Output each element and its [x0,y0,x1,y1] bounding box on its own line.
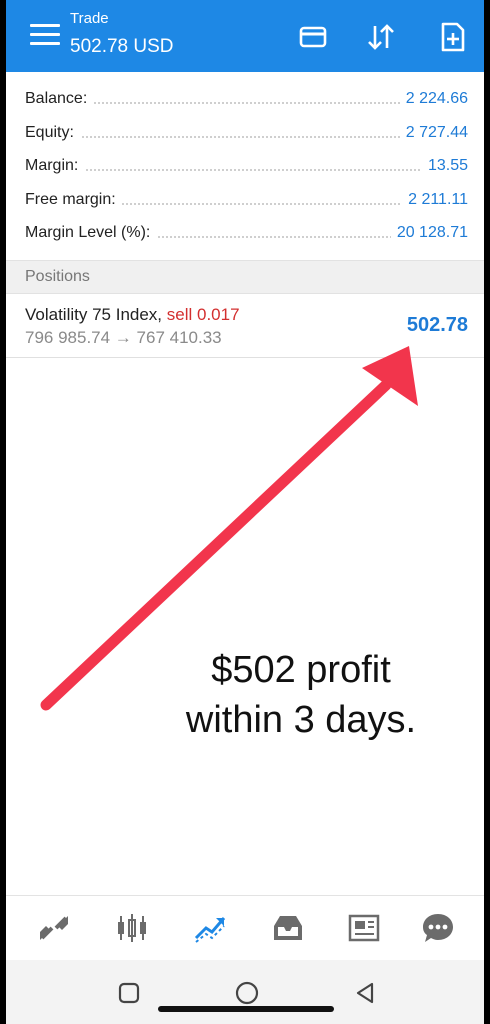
summary-row-margin: Margin: 13.55 [6,151,484,185]
news-icon[interactable] [346,910,382,946]
back-icon[interactable] [352,980,378,1006]
annotation-line-1: $502 profit [211,649,391,691]
page-title: Trade [70,10,109,27]
position-profit: 502.78 [406,314,468,336]
balance-label: Balance: [25,90,94,108]
margin-label: Margin: [25,157,85,175]
position-symbol: Volatility 75 Index, [25,305,163,324]
positions-header-label: Positions [25,268,90,285]
position-title: Volatility 75 Index, sell 0.017 [25,305,240,325]
account-summary: Balance: 2 224.66 Equity: 2 727.44 Margi… [6,84,484,252]
account-profit: 502.78 USD [70,36,174,57]
equity-value: 2 727.44 [399,123,468,142]
app-bar: Trade 502.78 USD [6,0,484,72]
new-order-icon[interactable] [436,20,470,54]
positions-header: Positions [6,260,484,294]
bottom-nav [6,895,484,959]
margin-level-label: Margin Level (%): [25,224,157,242]
history-icon[interactable] [270,910,306,946]
system-nav [6,960,484,1024]
margin-level-value: 20 128.71 [390,224,468,242]
summary-row-equity: Equity: 2 727.44 [6,118,484,152]
recents-icon[interactable] [116,980,142,1006]
home-icon[interactable] [234,980,260,1006]
annotation-line-2: within 3 days. [185,699,417,741]
free-margin-label: Free margin: [25,190,122,209]
sort-icon[interactable] [364,20,398,54]
summary-row-balance: Balance: 2 224.66 [6,84,484,118]
chat-icon[interactable] [420,910,456,946]
annotation-text: $502 profit within 3 days. [136,645,466,745]
card-icon[interactable] [296,20,330,54]
balance-value: 2 224.66 [399,90,468,108]
equity-label: Equity: [25,123,80,142]
home-indicator[interactable] [158,1006,334,1012]
trade-icon[interactable] [192,910,228,946]
position-prices: 796 985.74 → 767 410.33 [25,328,222,347]
free-margin-value: 2 211.11 [402,190,468,209]
menu-icon[interactable] [30,24,60,48]
position-side: sell 0.017 [166,305,240,324]
summary-row-margin-level: Margin Level (%): 20 128.71 [6,218,484,252]
quotes-icon[interactable] [36,910,72,946]
summary-row-free-margin: Free margin: 2 211.11 [6,185,484,219]
margin-value: 13.55 [421,157,468,175]
screen: Trade 502.78 USD Balance: 2 224.66 Equit… [6,0,484,1024]
position-row[interactable]: Volatility 75 Index, sell 0.017 796 985.… [6,294,484,358]
chart-icon[interactable] [114,910,150,946]
